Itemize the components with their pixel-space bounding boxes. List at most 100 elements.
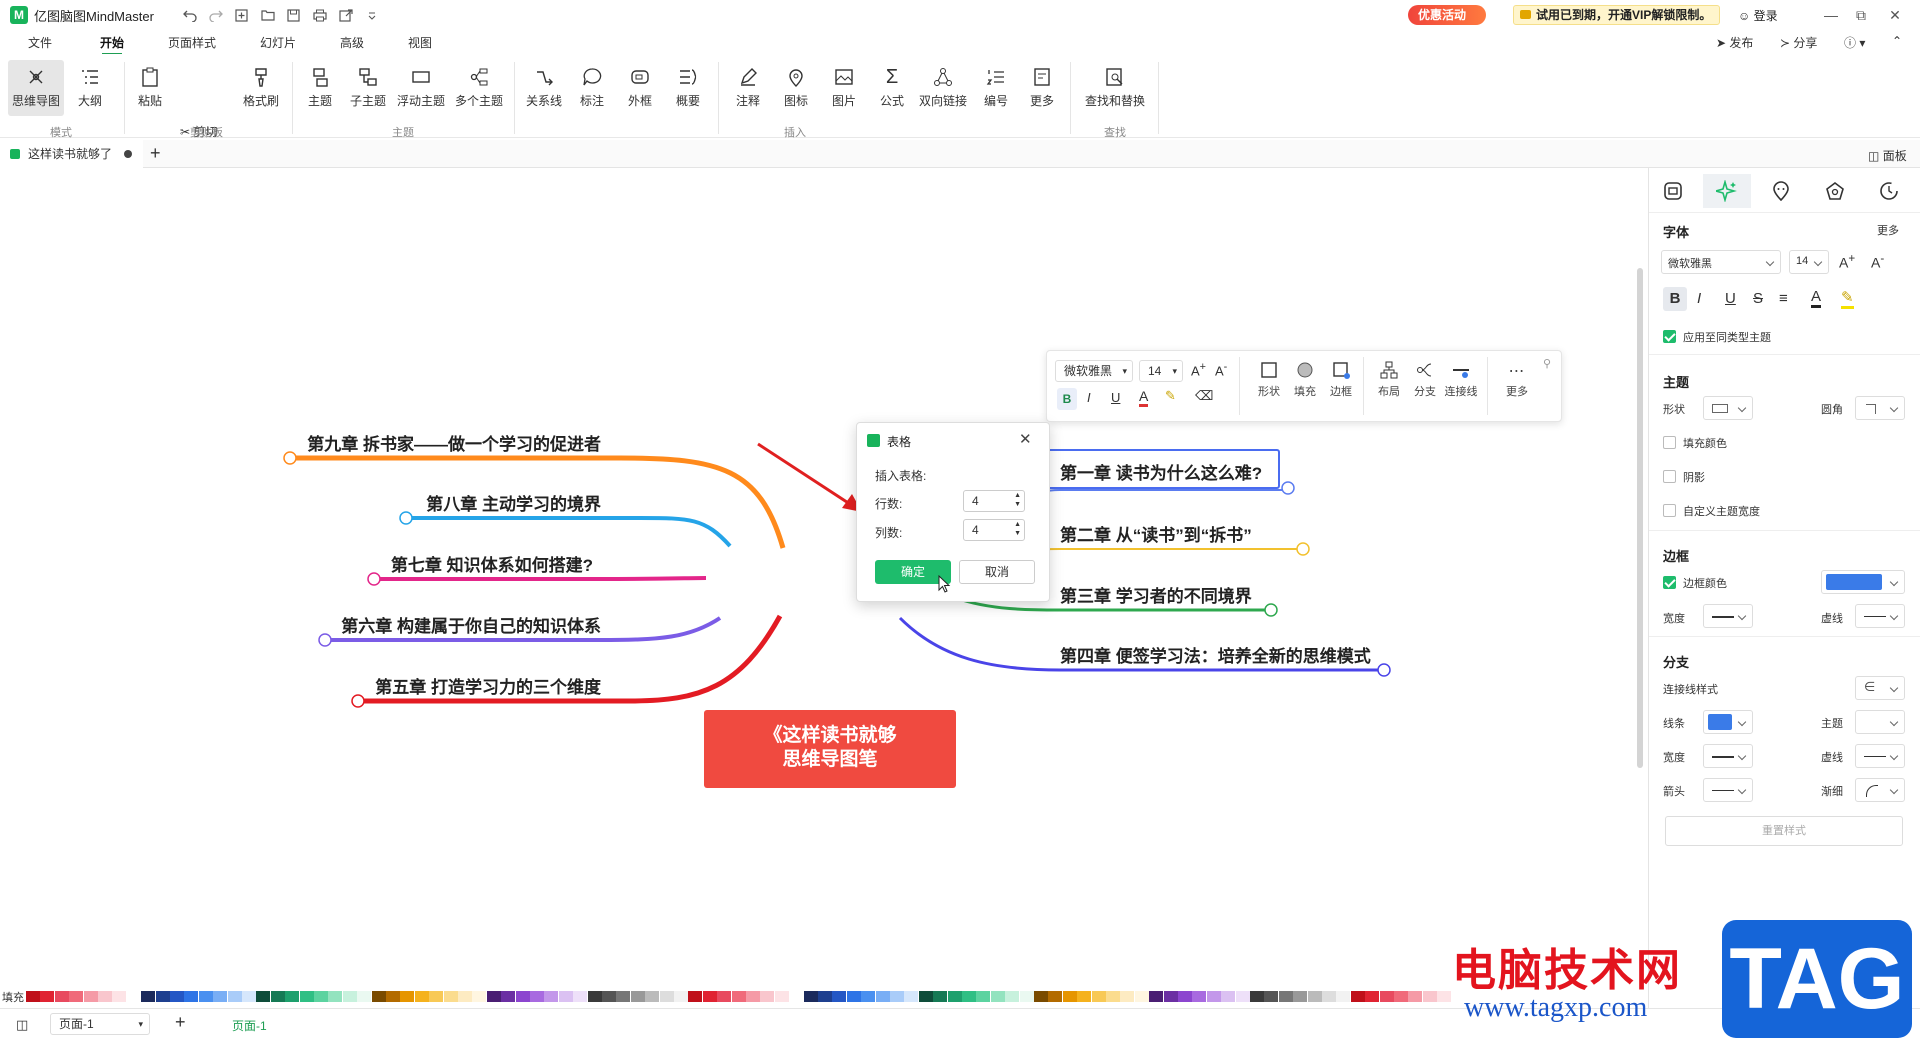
float-border-button[interactable]: 边框	[1317, 361, 1365, 399]
color-swatch[interactable]	[242, 991, 256, 1002]
topic-chapter-6[interactable]: 第六章 构建属于你自己的知识体系	[341, 612, 601, 637]
panel-toggle-button[interactable]: ◫ 面板	[1868, 147, 1907, 164]
font-shrink-icon[interactable]: A-	[1215, 361, 1227, 378]
color-swatch[interactable]	[760, 991, 775, 1002]
color-swatch[interactable]	[486, 991, 501, 1002]
color-swatch[interactable]	[328, 991, 343, 1002]
panel-strike-icon[interactable]: S	[1753, 290, 1763, 307]
border-color-select[interactable]	[1821, 570, 1905, 594]
save-icon[interactable]	[286, 7, 302, 23]
panel-underline-icon[interactable]: U	[1725, 290, 1736, 307]
color-swatch[interactable]	[875, 991, 890, 1002]
color-swatch[interactable]	[270, 991, 285, 1002]
relation-button[interactable]: 关系线	[524, 60, 564, 116]
canvas-scrollbar[interactable]	[1637, 268, 1643, 768]
page-tab[interactable]: 页面-1	[232, 1017, 267, 1034]
color-swatch[interactable]	[1408, 991, 1423, 1002]
color-swatch[interactable]	[530, 991, 544, 1002]
restore-icon[interactable]: ⧉	[1852, 6, 1870, 24]
collapse-dot[interactable]	[351, 694, 365, 708]
minimize-icon[interactable]: —	[1822, 6, 1840, 24]
redo-icon[interactable]	[208, 7, 224, 23]
publish-button[interactable]: ➤ 发布	[1716, 34, 1753, 51]
color-swatch[interactable]	[702, 991, 717, 1002]
color-swatch[interactable]	[587, 991, 602, 1002]
collapse-dot[interactable]	[1296, 542, 1310, 556]
color-swatch[interactable]	[386, 991, 400, 1002]
color-swatch[interactable]	[443, 991, 458, 1002]
color-swatch[interactable]	[54, 991, 69, 1002]
color-swatch[interactable]	[285, 991, 300, 1002]
page-select[interactable]: 页面-1 ▾	[50, 1013, 150, 1035]
stepper-arrows-icon[interactable]: ▲ ▼	[1014, 491, 1021, 509]
color-swatch[interactable]	[558, 991, 573, 1002]
color-swatch[interactable]	[1019, 991, 1034, 1002]
color-swatch[interactable]	[659, 991, 674, 1002]
color-swatch[interactable]	[803, 991, 818, 1002]
color-swatch[interactable]	[170, 991, 184, 1002]
menu-advanced[interactable]: 高级	[340, 34, 364, 51]
color-swatch[interactable]	[1178, 991, 1192, 1002]
color-swatch[interactable]	[861, 991, 876, 1002]
menu-start[interactable]: 开始	[100, 34, 124, 55]
topic-chapter-9[interactable]: 第九章 拆书家——做一个学习的促进者	[307, 430, 601, 455]
fill-color-checkbox[interactable]	[1663, 436, 1676, 449]
export-icon[interactable]	[338, 7, 354, 23]
color-swatch[interactable]	[155, 991, 170, 1002]
color-swatch[interactable]	[1322, 991, 1336, 1002]
color-swatch[interactable]	[933, 991, 948, 1002]
note-button[interactable]: 注释	[728, 60, 768, 116]
corner-select[interactable]	[1855, 396, 1905, 420]
callout-button[interactable]: 标注	[572, 60, 612, 116]
topic-button[interactable]: 主题	[300, 60, 340, 116]
multi-topic-button[interactable]: 多个主题	[452, 60, 506, 116]
color-swatch[interactable]	[69, 991, 84, 1002]
topic-chapter-3[interactable]: 第三章 学习者的不同境界	[1060, 582, 1252, 607]
color-swatch[interactable]	[1365, 991, 1380, 1002]
color-swatch[interactable]	[1005, 991, 1020, 1002]
underline-icon[interactable]: U	[1111, 390, 1120, 405]
collapse-dot[interactable]	[1264, 603, 1278, 617]
highlight-icon[interactable]: ✎	[1165, 388, 1176, 404]
color-swatch[interactable]	[515, 991, 530, 1002]
float-font-select[interactable]: 微软雅黑 ▾	[1055, 360, 1133, 382]
color-swatch[interactable]	[774, 991, 789, 1002]
font-grow-icon[interactable]: A+	[1839, 252, 1855, 271]
color-swatch[interactable]	[501, 991, 516, 1002]
color-swatch[interactable]	[1250, 991, 1264, 1002]
central-topic[interactable]: 《这样读书就够 思维导图笔	[704, 710, 956, 788]
shape-select[interactable]	[1703, 396, 1753, 420]
panel-font-select[interactable]: 微软雅黑	[1661, 250, 1781, 274]
color-swatch[interactable]	[1106, 991, 1120, 1002]
color-swatch[interactable]	[299, 991, 314, 1002]
color-swatch[interactable]	[947, 991, 962, 1002]
color-swatch[interactable]	[731, 991, 746, 1002]
panel-bold-icon[interactable]: B	[1663, 287, 1687, 311]
vip-notice[interactable]: 试用已到期，开通VIP解锁限制。	[1513, 5, 1721, 25]
panel-tab-history[interactable]	[1865, 174, 1913, 208]
unsaved-dot-icon[interactable]	[124, 150, 132, 158]
topic-chapter-1[interactable]: 第一章 读书为什么这么难?	[1060, 459, 1262, 484]
arrow-select[interactable]	[1703, 778, 1753, 802]
color-swatch[interactable]	[256, 991, 271, 1002]
color-swatch[interactable]	[112, 991, 127, 1002]
color-swatch[interactable]	[616, 991, 631, 1002]
border-dash-select[interactable]	[1855, 604, 1905, 628]
font-more-link[interactable]: 更多	[1877, 222, 1899, 238]
color-swatch[interactable]	[1394, 991, 1408, 1002]
color-swatch[interactable]	[371, 991, 386, 1002]
font-grow-icon[interactable]: A+	[1191, 361, 1206, 378]
topic-chapter-5[interactable]: 第五章 打造学习力的三个维度	[375, 673, 601, 698]
promo-badge[interactable]: 优惠活动	[1408, 5, 1487, 25]
color-swatch[interactable]	[1034, 991, 1048, 1002]
color-swatch[interactable]	[1149, 991, 1164, 1002]
collapse-dot[interactable]	[399, 511, 413, 525]
page-list-icon[interactable]: ◫	[16, 1017, 28, 1033]
color-swatch[interactable]	[630, 991, 645, 1002]
undo-icon[interactable]	[182, 7, 198, 23]
color-swatch[interactable]	[1336, 991, 1351, 1002]
formula-button[interactable]: Σ 公式	[872, 60, 912, 116]
color-swatch[interactable]	[1379, 991, 1394, 1002]
color-swatch[interactable]	[1134, 991, 1149, 1002]
color-swatch[interactable]	[976, 991, 991, 1002]
